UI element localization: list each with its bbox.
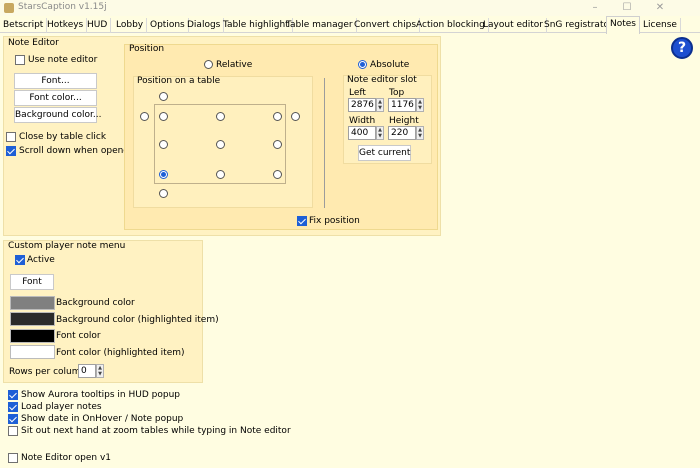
load-player-notes-checkbox[interactable] bbox=[8, 402, 18, 412]
tab-license[interactable]: License bbox=[640, 18, 681, 33]
pos-radio-left-outside[interactable] bbox=[140, 112, 149, 121]
position-title: Position bbox=[129, 44, 165, 54]
font-color-label: Font color bbox=[56, 331, 101, 341]
background-color-swatch[interactable] bbox=[10, 296, 55, 310]
absolute-label: Absolute bbox=[370, 60, 410, 70]
minimize-button[interactable]: – bbox=[580, 0, 610, 16]
note-editor-open-checkbox[interactable] bbox=[8, 453, 18, 463]
relative-radio[interactable] bbox=[204, 60, 213, 69]
height-input[interactable]: 220 bbox=[388, 126, 416, 140]
pos-radio-middle-right[interactable] bbox=[273, 140, 282, 149]
sit-out-label: Sit out next hand at zoom tables while t… bbox=[21, 426, 291, 436]
left-spinner[interactable]: ▲ ▼ bbox=[376, 98, 384, 112]
pos-radio-top-outside[interactable] bbox=[159, 92, 168, 101]
background-color-label: Background color bbox=[56, 298, 135, 308]
font-color-swatch[interactable] bbox=[10, 329, 55, 343]
tab-action-blocking[interactable]: Action blocking bbox=[413, 18, 489, 33]
pos-radio-bottom-right[interactable] bbox=[273, 170, 282, 179]
vertical-divider bbox=[324, 78, 325, 208]
tab-options[interactable]: Options bbox=[147, 18, 189, 33]
load-player-notes-label: Load player notes bbox=[21, 402, 102, 412]
top-input[interactable]: 1176 bbox=[388, 98, 416, 112]
absolute-radio[interactable] bbox=[358, 60, 367, 69]
width-input[interactable]: 400 bbox=[348, 126, 376, 140]
tab-dialogs[interactable]: Dialogs bbox=[184, 18, 225, 33]
tab-convert-chips[interactable]: Convert chips bbox=[351, 18, 421, 33]
active-label: Active bbox=[27, 255, 55, 265]
get-current-button[interactable]: Get current bbox=[358, 145, 411, 161]
pos-radio-right-outside[interactable] bbox=[291, 112, 300, 121]
pos-radio-bottom-outside[interactable] bbox=[159, 189, 168, 198]
pos-radio-top-center[interactable] bbox=[216, 112, 225, 121]
tab-bar: Betscript Hotkeys HUD Lobby Options Dial… bbox=[0, 16, 700, 34]
tab-lobby[interactable]: Lobby bbox=[113, 18, 148, 33]
active-checkbox[interactable] bbox=[15, 255, 25, 265]
close-by-table-click-checkbox[interactable] bbox=[6, 132, 16, 142]
tab-table-manager[interactable]: Table manager bbox=[283, 18, 357, 33]
tab-table-highlight[interactable]: Table highlight bbox=[220, 18, 293, 33]
top-spinner[interactable]: ▲ ▼ bbox=[416, 98, 424, 112]
fix-position-checkbox[interactable] bbox=[297, 216, 307, 226]
background-color-highlighted-swatch[interactable] bbox=[10, 312, 55, 326]
help-icon[interactable]: ? bbox=[671, 37, 693, 59]
width-label: Width bbox=[349, 116, 376, 126]
show-date-checkbox[interactable] bbox=[8, 414, 18, 424]
width-spinner[interactable]: ▲ ▼ bbox=[376, 126, 384, 140]
custom-font-button[interactable]: Font bbox=[10, 274, 54, 290]
rows-per-column-label: Rows per column bbox=[9, 367, 87, 377]
close-by-table-click-label: Close by table click bbox=[19, 132, 107, 142]
app-icon bbox=[4, 3, 14, 13]
font-color-highlighted-label: Font color (highlighted item) bbox=[56, 348, 185, 358]
rows-per-column-spinner[interactable]: ▲ ▼ bbox=[96, 364, 104, 378]
window-title: StarsCaption v1.15j bbox=[18, 2, 107, 12]
maximize-button[interactable]: ☐ bbox=[612, 0, 642, 16]
use-note-editor-label: Use note editor bbox=[28, 55, 98, 65]
tab-betscript[interactable]: Betscript bbox=[0, 18, 48, 33]
font-color-button[interactable]: Font color... bbox=[14, 90, 97, 106]
tab-hotkeys[interactable]: Hotkeys bbox=[44, 18, 88, 33]
use-note-editor-checkbox[interactable] bbox=[15, 55, 25, 65]
pos-radio-top-left[interactable] bbox=[159, 112, 168, 121]
tab-notes[interactable]: Notes bbox=[606, 16, 640, 34]
custom-menu-title: Custom player note menu bbox=[8, 241, 126, 251]
height-label: Height bbox=[389, 116, 419, 126]
height-spinner[interactable]: ▲ ▼ bbox=[416, 126, 424, 140]
note-editor-title: Note Editor bbox=[8, 38, 59, 48]
pos-radio-top-right[interactable] bbox=[273, 112, 282, 121]
scroll-down-checkbox[interactable] bbox=[6, 146, 16, 156]
font-button[interactable]: Font... bbox=[14, 73, 97, 89]
font-color-highlighted-swatch[interactable] bbox=[10, 345, 55, 359]
pos-radio-bottom-center[interactable] bbox=[216, 170, 225, 179]
fix-position-label: Fix position bbox=[309, 216, 360, 226]
show-date-label: Show date in OnHover / Note popup bbox=[21, 414, 184, 424]
pos-radio-middle-left[interactable] bbox=[159, 140, 168, 149]
position-on-table-title: Position on a table bbox=[137, 76, 221, 86]
tab-hud[interactable]: HUD bbox=[84, 18, 112, 33]
left-input[interactable]: 2876 bbox=[348, 98, 376, 112]
close-button[interactable]: ✕ bbox=[645, 0, 675, 16]
background-color-highlighted-label: Background color (highlighted item) bbox=[56, 315, 219, 325]
show-aurora-checkbox[interactable] bbox=[8, 390, 18, 400]
rows-per-column-input[interactable]: 0 bbox=[78, 364, 96, 378]
left-label: Left bbox=[349, 88, 366, 98]
show-aurora-label: Show Aurora tooltips in HUD popup bbox=[21, 390, 180, 400]
pos-radio-middle-center[interactable] bbox=[216, 140, 225, 149]
top-label: Top bbox=[389, 88, 405, 98]
pos-radio-bottom-left[interactable] bbox=[159, 170, 168, 179]
scroll-down-label: Scroll down when opened bbox=[19, 146, 135, 156]
sit-out-checkbox[interactable] bbox=[8, 426, 18, 436]
background-color-button[interactable]: Background color... bbox=[14, 107, 101, 123]
tab-layout-editor[interactable]: Layout editor bbox=[480, 18, 547, 33]
note-editor-slot-title: Note editor slot bbox=[347, 75, 417, 85]
note-editor-open-label: Note Editor open v1 bbox=[21, 453, 112, 463]
relative-label: Relative bbox=[216, 60, 253, 70]
